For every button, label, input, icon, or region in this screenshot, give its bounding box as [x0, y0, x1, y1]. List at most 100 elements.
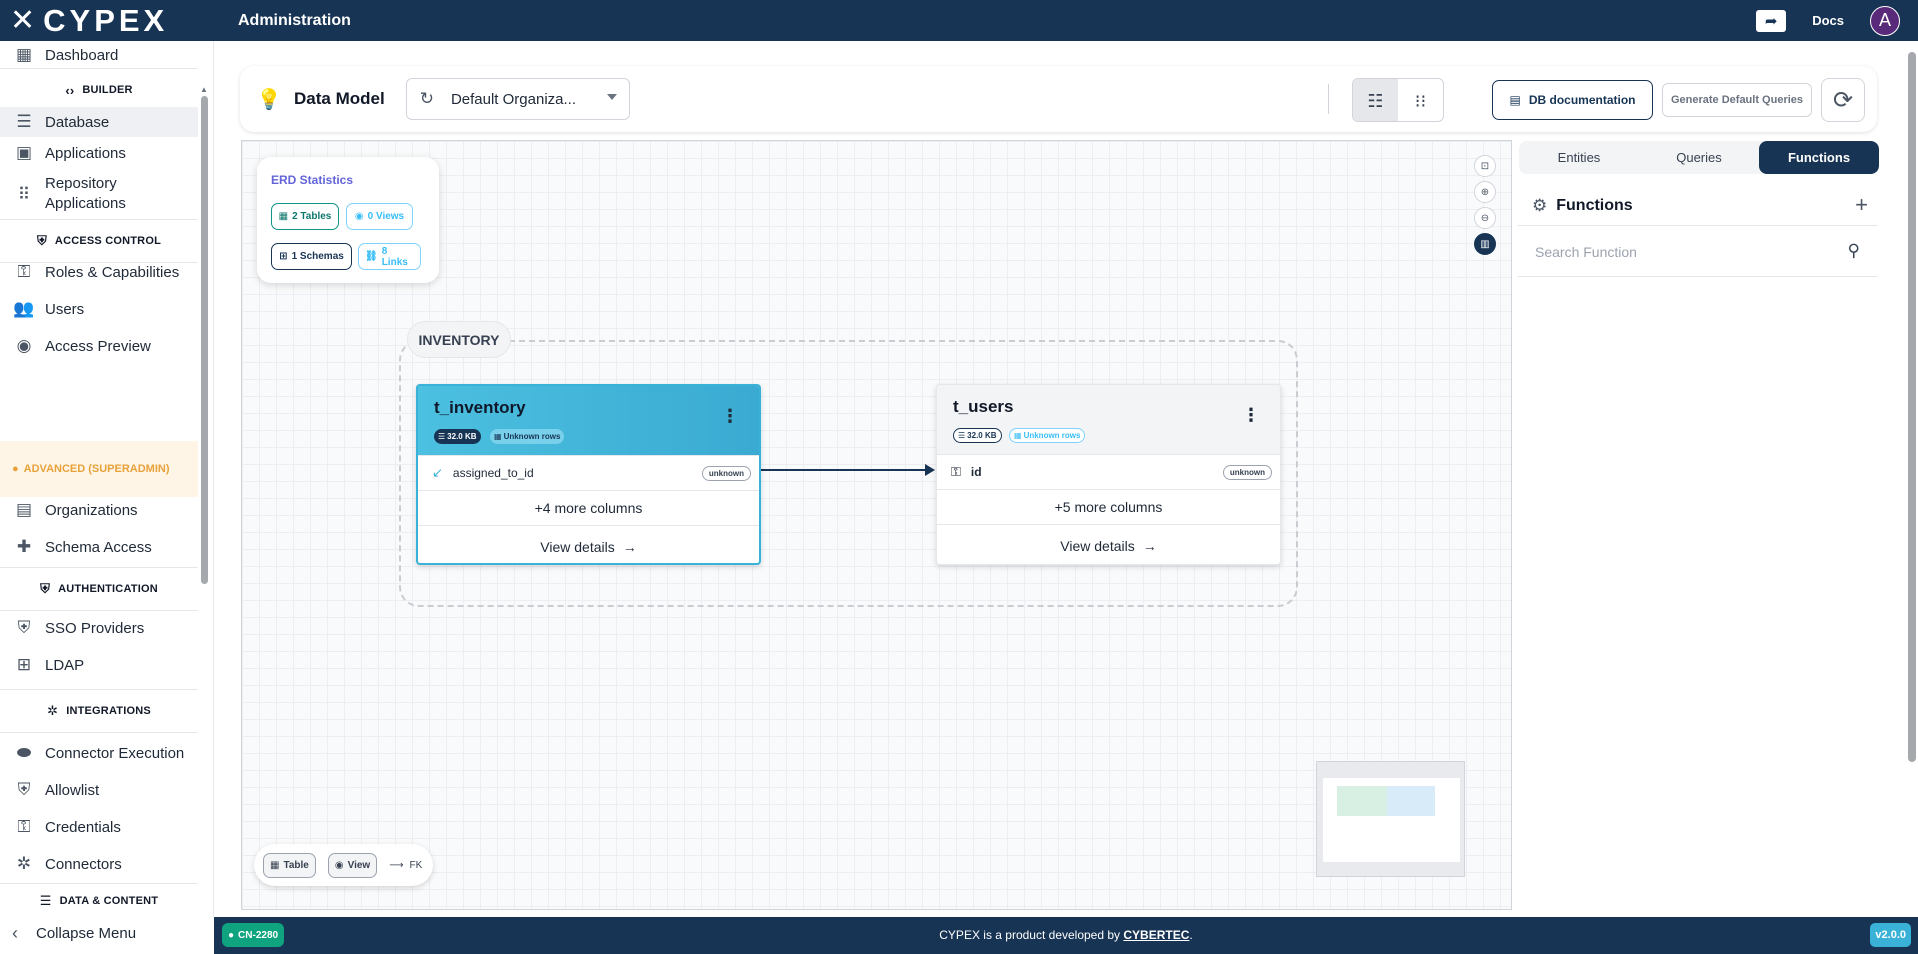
erd-canvas[interactable]: ERD Statistics ▦ 2 Tables ◉ 0 Views ⊞ 1 Sch…	[241, 140, 1512, 910]
chevron-down-icon	[606, 94, 617, 100]
table-card-inventory[interactable]: t_inventory ⋮ ☰ 32.0 KB ▦ Unknown rows ↙ a…	[416, 384, 761, 565]
organization-select-value: Default Organiza...	[450, 90, 576, 108]
more-columns[interactable]: +4 more columns	[418, 490, 759, 525]
sidebar-item-users[interactable]: 👥 Users	[0, 294, 198, 324]
footer-text: CYPEX is a product developed by CYBERTEC…	[939, 928, 1193, 942]
view-details-button[interactable]: View details →	[418, 525, 759, 563]
footer: ● CN-2280 CYPEX is a product developed b…	[214, 917, 1918, 954]
vertical-layout-button[interactable]: ⁝⁝	[1398, 79, 1443, 121]
size-chip: ☰ 32.0 KB	[434, 429, 481, 444]
eye-icon: ◉	[354, 211, 364, 222]
sidebar-item-repository-applications[interactable]: ⠿ Repository Applications	[0, 174, 198, 216]
view-details-button[interactable]: View details →	[937, 524, 1280, 564]
schemas-count-chip: ⊞ 1 Schemas	[271, 243, 352, 270]
add-function-button[interactable]: +	[1855, 192, 1868, 218]
legend: ▦ Table ◉ View ⟶ FK	[254, 844, 433, 886]
sidebar-item-sso-providers[interactable]: ⛨ SSO Providers	[0, 613, 198, 643]
links-count-chip: ⛓ 8 Links	[358, 243, 421, 270]
sidebar-item-ldap[interactable]: ⊞ LDAP	[0, 650, 198, 680]
document-icon: ▤	[1509, 93, 1521, 107]
cypex-logo[interactable]: ✕ CYPEX	[0, 0, 214, 41]
sidebar-item-roles[interactable]: ⚿ Roles & Capabilities	[0, 257, 198, 287]
more-columns[interactable]: +5 more columns	[937, 489, 1280, 524]
table-icon: ▦	[494, 432, 502, 441]
sidebar-item-connector-execution[interactable]: ⬬ Connector Execution	[0, 738, 198, 768]
column-row[interactable]: ↙ assigned_to_id unknown	[418, 455, 759, 490]
search-input[interactable]	[1535, 243, 1825, 260]
sidebar-item-label: Organizations	[45, 501, 138, 519]
fit-view-button[interactable]: ⊡	[1474, 155, 1496, 177]
sidebar-item-allowlist[interactable]: ⛨ Allowlist	[0, 775, 198, 805]
users-icon: 👥	[13, 299, 35, 318]
horizontal-layout-button[interactable]: ☷	[1353, 79, 1398, 121]
page-title: Data Model	[294, 89, 385, 108]
refresh-button[interactable]: ⟳	[1821, 78, 1865, 122]
sidebar-item-label: Database	[45, 113, 110, 131]
sidebar-item-dashboard[interactable]: ▦ Dashboard	[0, 41, 198, 69]
sidebar-scrollbar[interactable]	[201, 96, 208, 584]
zoom-out-button[interactable]: ⊖	[1474, 207, 1496, 229]
cybertec-link[interactable]: CYBERTEC	[1123, 928, 1189, 942]
tab-entities[interactable]: Entities	[1519, 141, 1639, 174]
column-name: id	[970, 465, 982, 479]
sidebar-item-organizations[interactable]: ▤ Organizations	[0, 495, 198, 525]
table-card-users[interactable]: t_users ⋮ ☰ 32.0 KB ▦ Unknown rows ⚿ id un…	[936, 384, 1281, 565]
version-badge: v2.0.0	[1870, 923, 1911, 947]
sidebar-item-label: Roles & Capabilities	[45, 263, 180, 281]
sidebar-item-schema-access[interactable]: ✚ Schema Access	[0, 532, 198, 562]
legend-fk: ⟶ FK	[389, 859, 423, 871]
sidebar-item-label: Connectors	[45, 855, 122, 873]
db-documentation-button[interactable]: ▤ DB documentation	[1492, 80, 1653, 120]
rows-chip: ▦ Unknown rows	[1009, 428, 1086, 443]
horizontal-layout-icon: ☷	[1367, 90, 1384, 111]
sidebar-item-credentials[interactable]: ⚿ Credentials	[0, 812, 198, 842]
more-vertical-icon[interactable]: ⋮	[1242, 405, 1260, 426]
list-icon: ☰	[39, 892, 52, 908]
erd-statistics-card: ERD Statistics ▦ 2 Tables ◉ 0 Views ⊞ 1 Sch…	[257, 157, 439, 283]
sidebar-item-access-preview[interactable]: ◉ Access Preview	[0, 331, 198, 361]
column-type-chip: unknown	[701, 466, 751, 481]
link-icon: ⛓	[365, 251, 378, 262]
minimap[interactable]	[1316, 761, 1465, 877]
schema-icon: ⊞	[279, 251, 288, 262]
sidebar-header-integrations: ✲ INTEGRATIONS	[0, 689, 198, 733]
column-row[interactable]: ⚿ id unknown	[937, 454, 1280, 489]
scroll-up-icon[interactable]: ▲	[200, 85, 208, 94]
table-card-header: t_inventory ⋮ ☰ 32.0 KB ▦ Unknown rows	[418, 386, 759, 455]
sidebar-item-connectors[interactable]: ✲ Connectors	[0, 849, 198, 879]
tab-queries[interactable]: Queries	[1639, 141, 1759, 174]
more-vertical-icon[interactable]: ⋮	[721, 406, 739, 427]
sidebar-item-label: Dashboard	[45, 46, 119, 64]
docs-link[interactable]: Docs	[1812, 13, 1844, 28]
foreign-key-icon: ↙	[432, 465, 443, 480]
sidebar-header-builder: ‹› BUILDER	[0, 68, 198, 112]
search-icon[interactable]: ⚲	[1848, 241, 1860, 261]
statistics-toggle-button[interactable]: ▥	[1474, 233, 1496, 255]
tab-functions[interactable]: Functions	[1759, 141, 1879, 174]
sidebar-item-applications[interactable]: ▣ Applications	[0, 138, 198, 168]
organization-select[interactable]: ↻ Default Organiza...	[405, 78, 630, 120]
sidebar-item-database[interactable]: ☰ Database	[0, 107, 198, 137]
rows-chip: ▦ Unknown rows	[490, 429, 565, 444]
logo-text: CYPEX	[43, 3, 169, 38]
shield-icon: ⛨	[17, 618, 31, 637]
chart-icon: ▥	[1480, 238, 1490, 250]
sidebar-item-label: Allowlist	[45, 781, 100, 799]
table-name: t_users	[953, 397, 1014, 416]
eye-icon: ◉	[334, 859, 344, 871]
zoom-in-button[interactable]: ⊕	[1474, 181, 1496, 203]
table-icon: ▦	[270, 859, 280, 871]
shield-icon: ⛨	[36, 233, 47, 248]
share-icon[interactable]: ➦	[1756, 9, 1787, 32]
avatar[interactable]: A	[1870, 5, 1900, 36]
storage-icon: ☰	[958, 431, 966, 440]
generate-default-queries-button[interactable]: Generate Default Queries	[1662, 83, 1812, 117]
fk-arrow-icon: ⟶	[389, 859, 404, 871]
page-scrollbar[interactable]	[1908, 52, 1916, 762]
collapse-menu-button[interactable]: ‹ Collapse Menu	[0, 917, 214, 950]
organizations-icon: ▤	[15, 500, 33, 519]
arrow-right-icon: →	[1142, 537, 1157, 554]
sidebar-header-authentication: ⛨ AUTHENTICATION	[0, 567, 198, 611]
column-name: assigned_to_id	[452, 466, 534, 480]
sidebar-item-label: SSO Providers	[45, 619, 145, 637]
